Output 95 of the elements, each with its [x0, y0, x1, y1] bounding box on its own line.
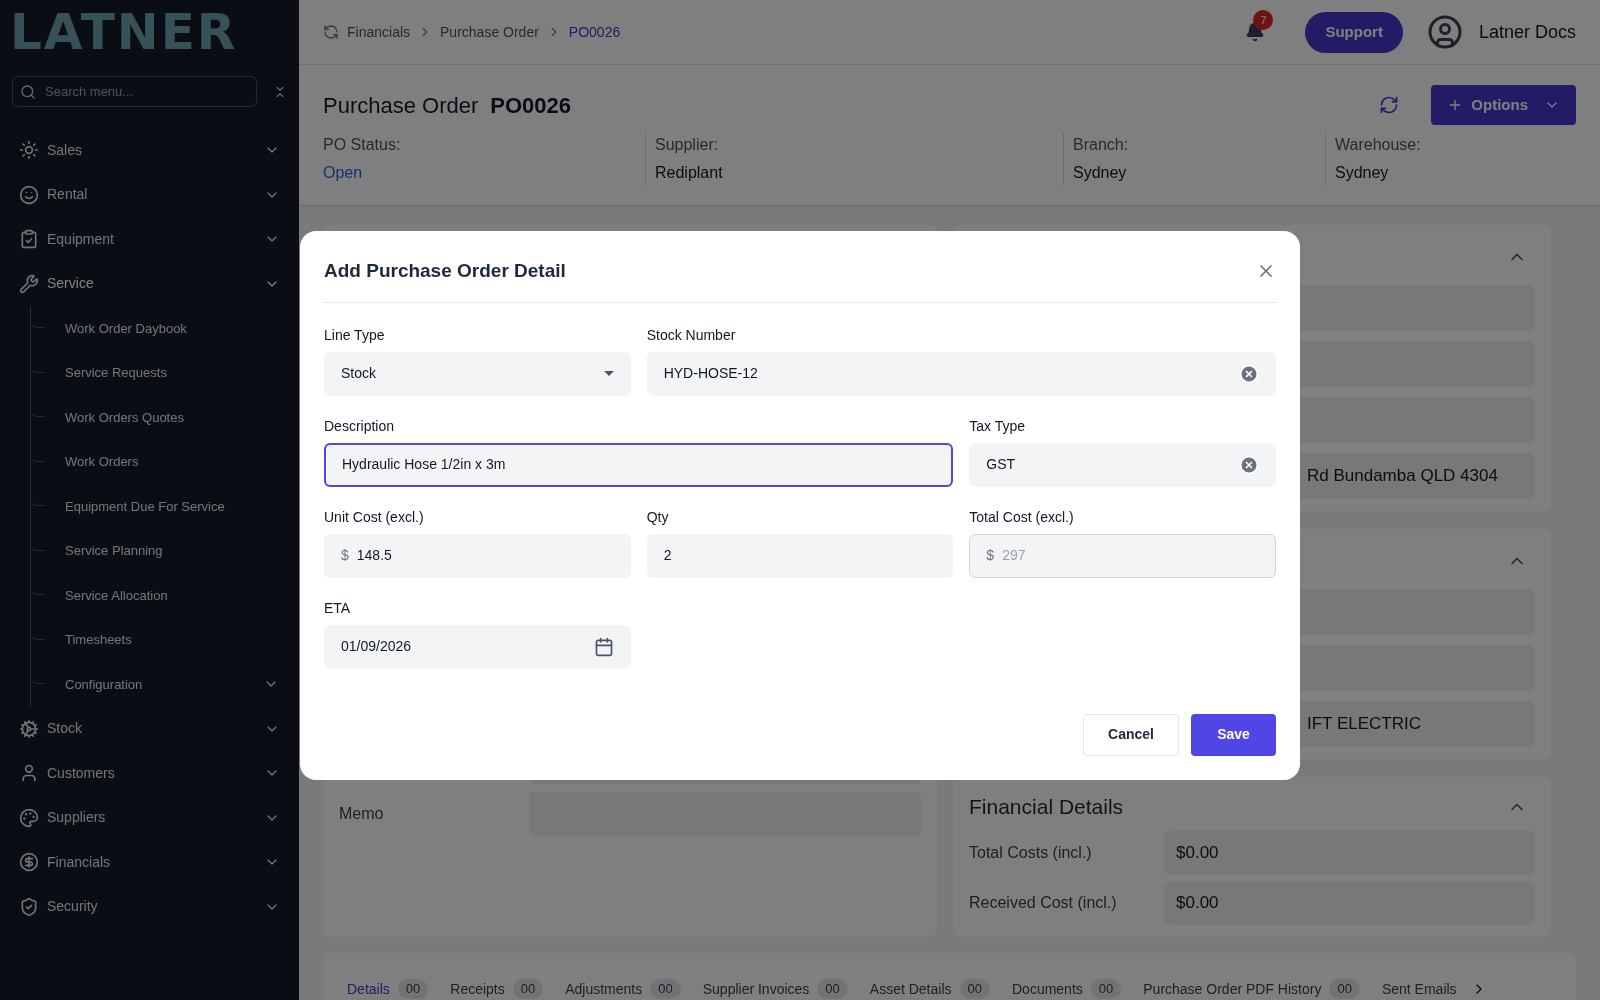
count-badge: 00	[397, 979, 429, 999]
row-label: Memo	[339, 804, 385, 824]
cancel-button[interactable]: Cancel	[1083, 713, 1179, 756]
count-badge: 00	[959, 979, 990, 999]
breadcrumb-link[interactable]: Financials	[347, 21, 411, 43]
menu-item[interactable]: Financials	[0, 840, 299, 885]
info-label: Supplier:	[655, 135, 720, 155]
menu-icon	[19, 140, 39, 161]
submenu-item[interactable]: Equipment Due For Service	[45, 496, 299, 516]
menu-item[interactable]: Suppliers	[0, 795, 299, 840]
submenu-item[interactable]: Service Planning	[45, 541, 299, 561]
field-label: Tax Type	[969, 416, 1027, 436]
currency-prefix: $	[986, 546, 995, 565]
tab[interactable]: Asset Details 00	[869, 978, 990, 1000]
field-label: Qty	[646, 507, 670, 527]
tab[interactable]: Details 00	[347, 978, 429, 1000]
currency-prefix: $	[341, 546, 349, 565]
menu-icon	[19, 896, 39, 917]
menu-item[interactable]: Sales	[0, 128, 299, 173]
tab[interactable]: Receipts 00	[450, 978, 544, 1000]
field-value: $0.00	[1164, 881, 1535, 925]
breadcrumb-link[interactable]: Purchase Order	[440, 21, 539, 43]
dialog-title: Add Purchase Order Detail	[324, 259, 566, 283]
support-button[interactable]: Support	[1305, 11, 1403, 53]
breadcrumb-icon	[323, 24, 339, 40]
submenu-item[interactable]: Work Orders Quotes	[45, 407, 299, 427]
field-label: Total Cost (excl.)	[969, 507, 1075, 527]
info-value: Open	[323, 163, 364, 183]
info-label: PO Status:	[323, 135, 402, 155]
search-field[interactable]: Search menu...	[12, 76, 257, 107]
count-badge: 00	[650, 979, 681, 999]
notification-badge: 7	[1253, 10, 1274, 30]
field-label: Stock Number	[646, 325, 737, 345]
info-value: Sydney	[1335, 163, 1390, 183]
input-field[interactable]: 01/09/2026	[324, 624, 631, 669]
field-label: Line Type	[324, 325, 386, 345]
page-title: Purchase Order	[323, 91, 479, 120]
clear-icon[interactable]	[1239, 454, 1259, 475]
user-name: Latner Docs	[1478, 20, 1576, 44]
row-label: Total Costs (incl.)	[969, 843, 1093, 863]
field-value: $0.00	[1164, 831, 1535, 875]
search-icon	[20, 84, 36, 100]
menu-icon	[19, 763, 39, 784]
breadcrumb-link[interactable]: PO0026	[568, 21, 621, 43]
tab[interactable]: Sent Emails	[1381, 978, 1457, 1000]
info-value: Sydney	[1073, 163, 1128, 183]
logo: LATNER	[10, 7, 238, 57]
menu-icon	[19, 807, 39, 828]
count-badge: 00	[1090, 979, 1122, 999]
count-badge: 00	[1329, 979, 1360, 999]
menu-item[interactable]: Stock	[0, 706, 299, 751]
tab[interactable]: Supplier Invoices 00	[702, 978, 848, 1000]
refresh-icon[interactable]	[1379, 95, 1400, 115]
field-label: Unit Cost (excl.)	[324, 507, 425, 527]
submenu-item[interactable]: Service Requests	[45, 363, 299, 383]
submenu-item[interactable]: Work Order Daybook	[45, 318, 299, 338]
input-field[interactable]: $ 148.5	[324, 533, 631, 578]
menu-item[interactable]: Equipment	[0, 217, 299, 262]
save-button[interactable]: Save	[1191, 713, 1276, 756]
clear-icon[interactable]	[1239, 363, 1259, 384]
calendar-icon[interactable]	[593, 636, 614, 657]
count-badge: 00	[817, 979, 848, 999]
menu-icon	[19, 852, 39, 873]
card-title: Financial Details	[969, 794, 1125, 821]
submenu-item[interactable]: Configuration	[45, 674, 299, 694]
input-field[interactable]: 2	[646, 533, 954, 578]
tab[interactable]: Purchase Order PDF History 00	[1143, 978, 1360, 1000]
submenu-item[interactable]: Service Allocation	[45, 585, 299, 605]
input-field[interactable]: Hydraulic Hose 1/2in x 3m	[324, 442, 954, 487]
count-badge: 00	[512, 979, 544, 999]
input-field[interactable]: HYD-HOSE-12	[646, 351, 1276, 396]
submenu-item[interactable]: Work Orders	[45, 452, 299, 472]
menu-icon	[19, 184, 39, 205]
menu-item[interactable]: Security	[0, 884, 299, 929]
menu-item[interactable]: Customers	[0, 751, 299, 796]
field-label: ETA	[324, 598, 352, 618]
tab[interactable]: Documents 00	[1012, 978, 1122, 1000]
menu-item[interactable]: Service	[0, 261, 299, 306]
tab[interactable]: Adjustments 00	[565, 978, 681, 1000]
info-label: Warehouse:	[1335, 135, 1422, 155]
avatar-icon[interactable]	[1426, 14, 1463, 50]
row-label: Received Cost (incl.)	[969, 893, 1118, 913]
submenu-item[interactable]: Timesheets	[45, 630, 299, 650]
menu-item[interactable]: Rental	[0, 172, 299, 217]
field-label: Description	[324, 416, 396, 436]
order-number: PO0026	[490, 91, 572, 120]
options-button[interactable]: Options	[1431, 85, 1576, 125]
menu-icon	[19, 718, 39, 739]
menu-icon	[19, 229, 39, 250]
info-label: Branch:	[1073, 135, 1130, 155]
menu-icon	[19, 273, 39, 294]
input-field[interactable]: GST	[969, 442, 1276, 487]
dropdown[interactable]: Stock	[324, 351, 631, 396]
info-value: Rediplant	[655, 163, 724, 183]
caret-icon	[603, 371, 614, 376]
